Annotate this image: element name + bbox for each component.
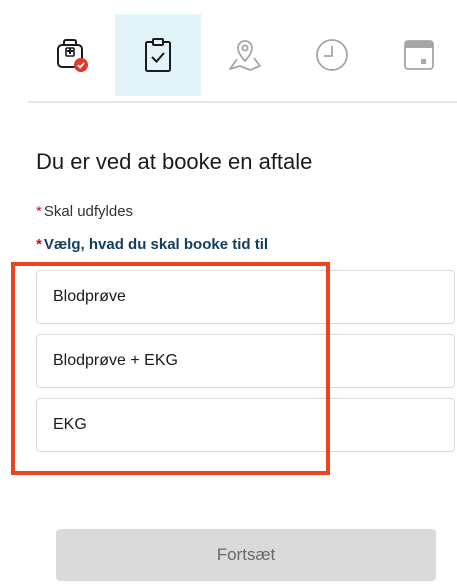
option-label: Blodprøve <box>53 288 126 305</box>
step-4[interactable] <box>289 14 375 96</box>
option-label: EKG <box>53 416 87 433</box>
step-indicator-divider <box>28 101 457 103</box>
clipboard-check-icon <box>145 38 171 72</box>
step-2[interactable] <box>115 14 201 96</box>
check-badge-icon <box>74 58 88 72</box>
option-ekg[interactable]: EKG <box>36 398 455 452</box>
page-title: Du er ved at booke en aftale <box>36 149 313 174</box>
step-3[interactable] <box>202 14 288 96</box>
required-note-label: Skal udfyldes <box>43 203 134 220</box>
step-5[interactable] <box>376 14 457 96</box>
step-1[interactable] <box>28 14 114 96</box>
medical-bag-icon <box>57 39 88 72</box>
required-star: * <box>36 236 42 253</box>
step-indicator <box>28 14 457 96</box>
option-blodprove[interactable]: Blodprøve <box>36 270 455 324</box>
booking-type-question: * Vælg, hvad du skal booke tid til <box>36 234 268 256</box>
continue-button[interactable]: Fortsæt <box>56 529 436 581</box>
booking-type-question-label: Vælg, hvad du skal booke tid til <box>43 236 269 253</box>
calendar-icon <box>404 40 434 70</box>
option-blodprove-ekg[interactable]: Blodprøve + EKG <box>36 334 455 388</box>
option-label: Blodprøve + EKG <box>53 352 178 369</box>
map-location-icon <box>229 40 261 71</box>
required-star: * <box>36 203 42 220</box>
clock-icon <box>316 39 348 71</box>
required-field-note: * Skal udfyldes <box>36 201 133 223</box>
